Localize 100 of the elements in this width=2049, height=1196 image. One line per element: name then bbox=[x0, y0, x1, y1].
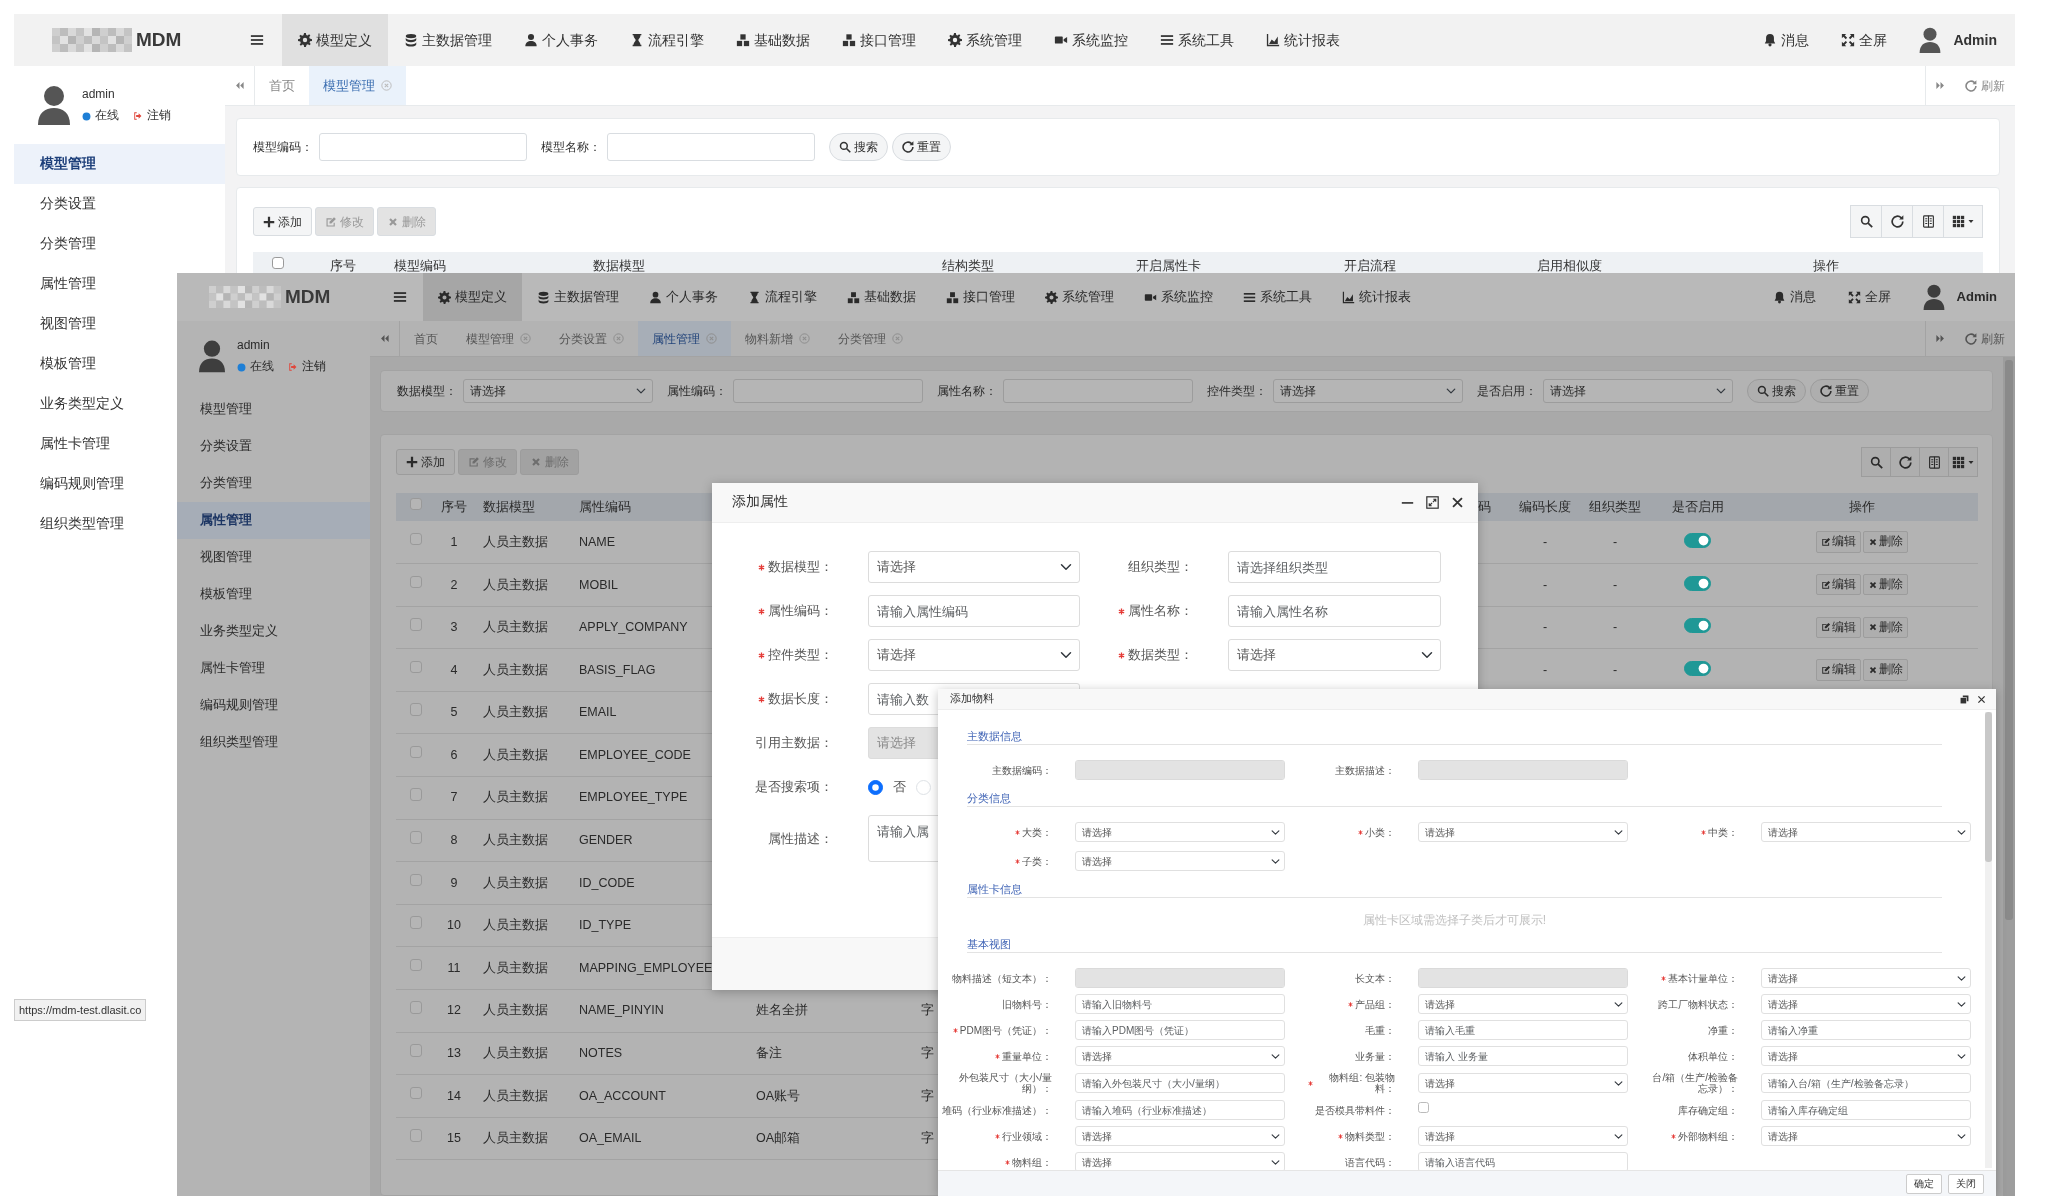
reset-button[interactable]: 重置 bbox=[1810, 379, 1869, 403]
nav-menu-item[interactable]: 模型定义 bbox=[282, 14, 388, 66]
sidebar-item[interactable]: 属性管理 bbox=[177, 502, 370, 539]
nav-menu-item[interactable]: 流程引擎 bbox=[733, 273, 832, 321]
row-checkbox[interactable] bbox=[409, 1044, 423, 1057]
select-all-checkbox[interactable] bbox=[271, 256, 285, 270]
nav-menu-item[interactable]: 主数据管理 bbox=[522, 273, 634, 321]
nav-menu-item[interactable]: 基础数据 bbox=[832, 273, 931, 321]
row-checkbox[interactable] bbox=[409, 575, 423, 588]
nav-menu-item[interactable]: 统计报表 bbox=[1327, 273, 1426, 321]
logout-link[interactable]: 注销 bbox=[302, 358, 326, 376]
nav-menu-item[interactable]: 系统工具 bbox=[1228, 273, 1327, 321]
nav-menu-item[interactable]: 系统监控 bbox=[1129, 273, 1228, 321]
refresh-button[interactable] bbox=[1890, 447, 1920, 477]
tab[interactable]: 首页 bbox=[255, 66, 309, 105]
sidebar-item[interactable]: 组织类型管理 bbox=[14, 504, 177, 544]
fullscreen-link[interactable]: 全屏 bbox=[1841, 29, 1888, 51]
row-checkbox[interactable] bbox=[409, 958, 423, 972]
sidebar-item[interactable]: 模型管理 bbox=[177, 391, 370, 428]
close-icon[interactable] bbox=[1451, 496, 1464, 509]
menu-icon[interactable] bbox=[250, 33, 264, 47]
input-field[interactable] bbox=[733, 379, 923, 403]
nav-menu-item[interactable]: 流程引擎 bbox=[614, 14, 720, 66]
select-field[interactable]: 请选择 bbox=[1418, 822, 1628, 842]
sidebar-item[interactable]: 模板管理 bbox=[14, 344, 177, 384]
select-field[interactable]: 请选择 bbox=[1075, 1046, 1285, 1066]
select-field[interactable]: 请选择 bbox=[1761, 994, 1971, 1014]
select-field[interactable]: 请选择 bbox=[1761, 822, 1971, 842]
messages-link[interactable]: 消息 bbox=[1763, 29, 1810, 51]
sidebar-item[interactable]: 属性管理 bbox=[14, 264, 177, 304]
delete-button[interactable]: 删除 bbox=[1862, 659, 1908, 681]
tab[interactable]: 分类设置 bbox=[545, 321, 638, 356]
sidebar-item[interactable]: 编码规则管理 bbox=[14, 464, 177, 504]
sidebar-item[interactable]: 编码规则管理 bbox=[177, 687, 370, 724]
delete-button[interactable]: 删除 bbox=[1862, 531, 1908, 553]
sidebar-item[interactable]: 模型管理 bbox=[14, 144, 225, 184]
tab[interactable]: 模型管理 bbox=[309, 66, 406, 105]
select-field[interactable]: 请选择 bbox=[868, 551, 1080, 583]
close-button[interactable]: 关闭 bbox=[1948, 1173, 1984, 1194]
row-checkbox[interactable] bbox=[409, 788, 423, 801]
scrollbar[interactable] bbox=[2003, 357, 2015, 1196]
sidebar-item[interactable]: 分类管理 bbox=[177, 465, 370, 502]
select-field[interactable]: 请选择 bbox=[1228, 639, 1441, 671]
refresh-button[interactable]: 刷新 bbox=[1955, 321, 2015, 356]
select-field[interactable]: 请选择 bbox=[868, 639, 1080, 671]
tab[interactable]: 首页 bbox=[400, 321, 452, 356]
sidebar-item[interactable]: 属性卡管理 bbox=[177, 650, 370, 687]
edit-button[interactable]: 编辑 bbox=[1815, 574, 1861, 596]
row-checkbox[interactable] bbox=[409, 660, 423, 674]
fullscreen-link[interactable]: 全屏 bbox=[1847, 287, 1891, 307]
select-field[interactable]: 请选择 bbox=[1418, 1126, 1628, 1146]
row-checkbox[interactable] bbox=[409, 1086, 423, 1100]
messages-link[interactable]: 消息 bbox=[1772, 287, 1816, 307]
search-button[interactable]: 搜索 bbox=[829, 133, 888, 161]
select-all-checkbox[interactable] bbox=[409, 497, 423, 511]
toggle-switch[interactable] bbox=[1684, 575, 1711, 591]
select-field[interactable]: 请选择 bbox=[1075, 1126, 1285, 1146]
delete-button[interactable]: 删除 bbox=[1862, 574, 1908, 596]
toggle-switch[interactable] bbox=[1684, 660, 1711, 676]
scrollbar[interactable] bbox=[1985, 712, 1992, 1168]
nav-menu-item[interactable]: 系统工具 bbox=[1144, 14, 1250, 66]
restore-icon[interactable] bbox=[1960, 694, 1969, 704]
nav-menu-item[interactable]: 系统管理 bbox=[1030, 273, 1129, 321]
checkbox[interactable] bbox=[1418, 1102, 1429, 1114]
edit-button[interactable]: 编辑 bbox=[1815, 531, 1861, 553]
sidebar-item[interactable]: 视图管理 bbox=[14, 304, 177, 344]
nav-menu-item[interactable]: 接口管理 bbox=[826, 14, 932, 66]
row-checkbox[interactable] bbox=[409, 873, 423, 887]
nav-menu-item[interactable]: 个人事务 bbox=[634, 273, 733, 321]
sidebar-item[interactable]: 业务类型定义 bbox=[177, 613, 370, 650]
add-button[interactable]: 添加 bbox=[396, 449, 455, 475]
tab[interactable]: 分类管理 bbox=[824, 321, 917, 356]
menu-icon[interactable] bbox=[393, 290, 407, 304]
sidebar-item[interactable]: 分类设置 bbox=[177, 428, 370, 465]
reset-button[interactable]: 重置 bbox=[892, 133, 951, 161]
nav-menu-item[interactable]: 接口管理 bbox=[931, 273, 1030, 321]
radio-button[interactable] bbox=[868, 779, 883, 795]
select-field[interactable]: 请选择 bbox=[1761, 1126, 1971, 1146]
sidebar-item[interactable]: 业务类型定义 bbox=[14, 384, 177, 424]
toggle-switch[interactable] bbox=[1684, 618, 1711, 634]
layout-dropdown-button[interactable] bbox=[1948, 447, 1978, 477]
refresh-button[interactable]: 刷新 bbox=[1955, 66, 2015, 105]
nav-menu-item[interactable]: 系统监控 bbox=[1038, 14, 1144, 66]
maximize-icon[interactable] bbox=[1426, 496, 1439, 509]
delete-button[interactable]: 删除 bbox=[1862, 616, 1908, 639]
row-checkbox[interactable] bbox=[409, 618, 423, 631]
tab[interactable]: 模型管理 bbox=[452, 321, 545, 356]
select-field[interactable]: 请选择 bbox=[1075, 851, 1285, 871]
input-field[interactable] bbox=[1003, 379, 1193, 403]
nav-menu-item[interactable]: 基础数据 bbox=[720, 14, 826, 66]
sidebar-item[interactable]: 模板管理 bbox=[177, 576, 370, 613]
sidebar-item[interactable]: 组织类型管理 bbox=[177, 724, 370, 761]
nav-menu-item[interactable]: 个人事务 bbox=[508, 14, 614, 66]
select-field[interactable]: 请选择 bbox=[1418, 994, 1628, 1014]
row-checkbox[interactable] bbox=[409, 745, 423, 759]
add-button[interactable]: 添加 bbox=[253, 207, 312, 236]
nav-menu-item[interactable]: 系统管理 bbox=[932, 14, 1038, 66]
row-checkbox[interactable] bbox=[409, 1129, 423, 1142]
nav-menu-item[interactable]: 主数据管理 bbox=[388, 14, 508, 66]
select-field[interactable]: 请选择 bbox=[1418, 1073, 1628, 1093]
